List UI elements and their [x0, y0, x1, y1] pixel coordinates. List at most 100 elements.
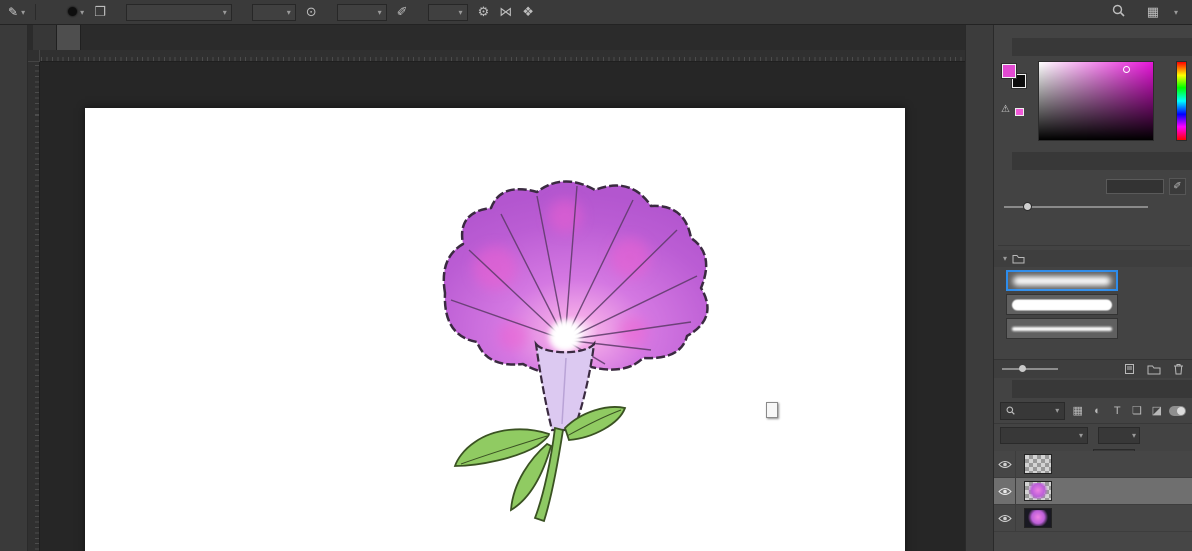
slider-thumb[interactable]: [1018, 365, 1026, 372]
paint-symmetry-icon[interactable]: ⋈: [499, 4, 512, 20]
search-icon: [1006, 406, 1015, 415]
filter-type-layers-icon[interactable]: T: [1110, 405, 1125, 417]
saturation-brightness-field[interactable]: [1038, 61, 1154, 141]
document-canvas[interactable]: [85, 108, 905, 551]
brush-group-general[interactable]: ▾: [994, 250, 1192, 267]
visibility-eye-icon[interactable]: [994, 451, 1016, 477]
symmetry-options-icon[interactable]: ❖: [522, 4, 534, 20]
opacity-dropdown[interactable]: ▾: [251, 3, 296, 21]
gamut-warning-icon[interactable]: ⚠: [1001, 104, 1010, 115]
brush-panel-footer: [994, 359, 1192, 378]
color-panel-tabs: [994, 38, 1192, 56]
brush-stroke-preview: [1013, 276, 1111, 285]
blend-mode-dropdown[interactable]: ▾: [125, 3, 232, 21]
brush-list: [994, 267, 1192, 359]
pressure-opacity-icon[interactable]: ⊙: [306, 4, 317, 20]
filter-pixel-layers-icon[interactable]: ▦: [1070, 404, 1085, 417]
thumbnail-artwork: [1026, 510, 1050, 526]
brushes-panel: ✐ ▾: [994, 152, 1192, 378]
brush-stroke-preview: [1012, 326, 1112, 331]
color-panel-group: ⚠: [994, 38, 1192, 150]
layer-thumbnail[interactable]: [1024, 481, 1052, 501]
layer-filter-toggle[interactable]: [1169, 405, 1187, 416]
tab-paths[interactable]: [1030, 380, 1048, 398]
document-tab-1[interactable]: [33, 25, 57, 50]
chevron-down-icon: ▾: [1055, 406, 1060, 415]
layer-blend-mode-select[interactable]: ▾: [1000, 427, 1088, 444]
brush-size-slider[interactable]: [1004, 202, 1148, 211]
airbrush-icon[interactable]: ✐: [397, 4, 408, 20]
document-tab-bar: [28, 25, 965, 50]
chevron-down-icon: ▾: [222, 7, 227, 17]
tab-color[interactable]: [994, 38, 1012, 56]
tab-brushes[interactable]: [994, 152, 1012, 170]
tab-layers[interactable]: [994, 380, 1012, 398]
size-pressure-icon[interactable]: ✐: [1169, 178, 1186, 195]
brush-size-row: ✐: [1002, 178, 1186, 195]
canvas-area[interactable]: [40, 62, 965, 551]
gamut-color-swatch[interactable]: [1015, 108, 1024, 116]
layer-row-outline[interactable]: [994, 451, 1192, 478]
brush-preset-picker[interactable]: ▾: [68, 7, 84, 17]
horizontal-ruler[interactable]: [40, 50, 965, 62]
chevron-down-icon: ▾: [1078, 431, 1083, 440]
brush-soft-round[interactable]: [1006, 270, 1118, 291]
brushes-panel-body: ✐ ▾: [994, 170, 1192, 378]
hue-slider[interactable]: [1176, 61, 1187, 141]
tab-swatches[interactable]: [1012, 38, 1030, 56]
chevron-down-icon: ▾: [21, 7, 26, 17]
document-tab-2[interactable]: [57, 25, 81, 50]
options-bar-right: ▦ ▾: [1102, 4, 1184, 20]
brush-tool-icon: ✎: [8, 5, 19, 19]
brush-tapered[interactable]: [1006, 318, 1118, 339]
layer-filter-row: ▾ ▦ ◐ T ❏ ◪: [994, 398, 1192, 424]
layer-list: [994, 451, 1192, 551]
brush-stroke-preview: [1012, 299, 1112, 310]
layer-thumbnail[interactable]: [1024, 454, 1052, 474]
vertical-ruler[interactable]: [28, 62, 40, 551]
layer-thumbnail[interactable]: [1024, 508, 1052, 528]
chevron-down-icon: ▾: [1003, 254, 1008, 263]
layer-row-layer2[interactable]: [994, 478, 1192, 505]
brush-presets-row: [998, 216, 1190, 246]
visibility-eye-icon[interactable]: [994, 478, 1016, 504]
layer-opacity-select[interactable]: ▾: [1098, 427, 1140, 444]
tools-panel: [0, 25, 28, 551]
new-brush-icon[interactable]: [1124, 363, 1135, 375]
foreground-background-colors[interactable]: [1002, 64, 1030, 92]
chevron-down-icon[interactable]: ▾: [1174, 8, 1178, 17]
smoothing-gear-icon[interactable]: ⚙: [478, 4, 490, 20]
panel-dock-strip: [965, 25, 993, 551]
panel-menu-icon[interactable]: [1180, 38, 1192, 56]
foreground-color-swatch[interactable]: [1002, 64, 1016, 78]
panel-menu-icon[interactable]: [1180, 152, 1192, 170]
flow-dropdown[interactable]: ▾: [336, 3, 387, 21]
layers-panel: ▾ ▦ ◐ T ❏ ◪ ▾ ▾: [994, 380, 1192, 551]
stroke-preview-slider[interactable]: [1002, 365, 1058, 372]
layers-panel-tabs: [994, 380, 1192, 398]
tool-preset-button[interactable]: ✎ ▾: [8, 5, 25, 19]
new-group-folder-icon[interactable]: [1147, 364, 1161, 375]
search-icon[interactable]: [1112, 4, 1125, 20]
workspace-switcher-icon[interactable]: ▦: [1147, 4, 1159, 20]
slider-thumb[interactable]: [1022, 202, 1032, 211]
layer-row-layer1[interactable]: [994, 505, 1192, 532]
tab-navigator[interactable]: [1030, 38, 1048, 56]
toggle-brush-settings-icon[interactable]: ❐: [94, 4, 106, 20]
visibility-eye-icon[interactable]: [994, 505, 1016, 531]
filter-group-layers-icon[interactable]: ❏: [1130, 404, 1145, 417]
delete-trash-icon[interactable]: [1173, 363, 1184, 375]
tab-channels[interactable]: [1012, 380, 1030, 398]
brush-tip-icon: [68, 7, 78, 16]
color-panel-body: ⚠: [994, 56, 1192, 150]
filter-adjustment-layers-icon[interactable]: ◐: [1090, 405, 1105, 417]
brush-size-field[interactable]: [1106, 179, 1164, 194]
color-picker-marker[interactable]: [1123, 65, 1131, 73]
layer-filter-select[interactable]: ▾: [1000, 401, 1066, 420]
brush-hard-round[interactable]: [1006, 294, 1118, 315]
folder-icon: [1012, 255, 1025, 264]
divider: [35, 4, 37, 20]
ruler-origin[interactable]: [28, 50, 40, 62]
filter-smart-objects-icon[interactable]: ◪: [1149, 404, 1164, 417]
smoothing-dropdown[interactable]: ▾: [427, 3, 468, 21]
